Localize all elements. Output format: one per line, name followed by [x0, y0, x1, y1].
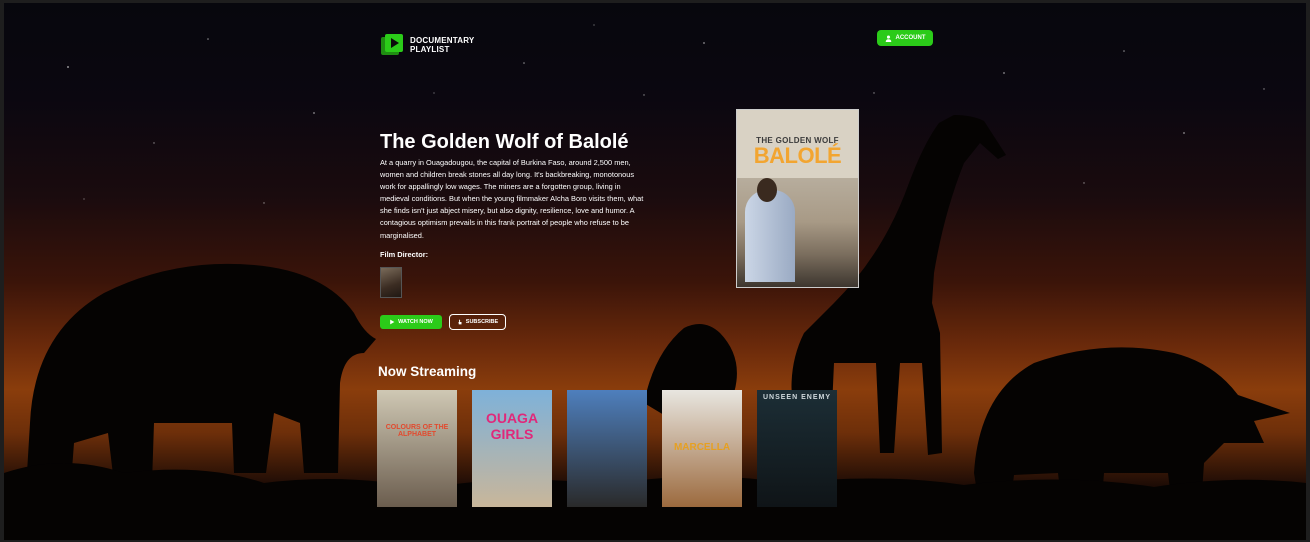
play-icon — [390, 319, 395, 325]
thumb-title: UNSEEN ENEMY — [762, 394, 831, 401]
logo-text: DOCUMENTARY PLAYLIST — [410, 36, 475, 54]
savanna-silhouette — [4, 115, 1306, 540]
thumb-title: MARCELLA — [673, 442, 731, 453]
streaming-thumb-4[interactable]: MARCELLA — [662, 390, 742, 507]
starfield — [67, 24, 1265, 204]
streaming-thumb-5[interactable]: UNSEEN ENEMY — [757, 390, 837, 507]
poster-figure-head — [757, 178, 777, 202]
user-icon — [885, 35, 891, 42]
thumb-title: OUAGA GIRLS — [485, 410, 539, 442]
director-avatar[interactable] — [380, 267, 402, 298]
streaming-thumb-2[interactable]: OUAGA GIRLS — [472, 390, 552, 507]
subscribe-button[interactable]: SUBSCRIBE — [449, 314, 506, 330]
director-label: Film Director: — [380, 250, 429, 259]
movie-description: At a quarry in Ouagadougou, the capital … — [380, 158, 644, 240]
play-logo-icon — [381, 34, 403, 55]
poster-title-line2: BALOLÉ — [753, 143, 842, 168]
watch-now-label: WATCH NOW — [398, 319, 433, 325]
thumb-title: COLOURS OF THE ALPHABET — [385, 424, 449, 438]
account-button-label: ACCOUNT — [895, 35, 926, 41]
poster-figure — [745, 190, 795, 282]
page-frame: DOCUMENTARY PLAYLIST ACCOUNT The Golden … — [4, 3, 1306, 540]
movie-title: The Golden Wolf of Balolé — [380, 131, 629, 153]
account-button[interactable]: ACCOUNT — [877, 30, 933, 46]
subscribe-label: SUBSCRIBE — [465, 319, 499, 325]
watch-now-button[interactable]: WATCH NOW — [380, 315, 442, 329]
streaming-thumb-3[interactable] — [567, 390, 647, 507]
site-logo[interactable]: DOCUMENTARY PLAYLIST — [380, 33, 502, 57]
streaming-thumb-1[interactable]: COLOURS OF THE ALPHABET — [377, 390, 457, 507]
hand-pointer-icon — [458, 319, 462, 325]
now-streaming-heading: Now Streaming — [378, 364, 477, 379]
movie-poster[interactable]: THE GOLDEN WOLF BALOLÉ — [736, 109, 859, 288]
